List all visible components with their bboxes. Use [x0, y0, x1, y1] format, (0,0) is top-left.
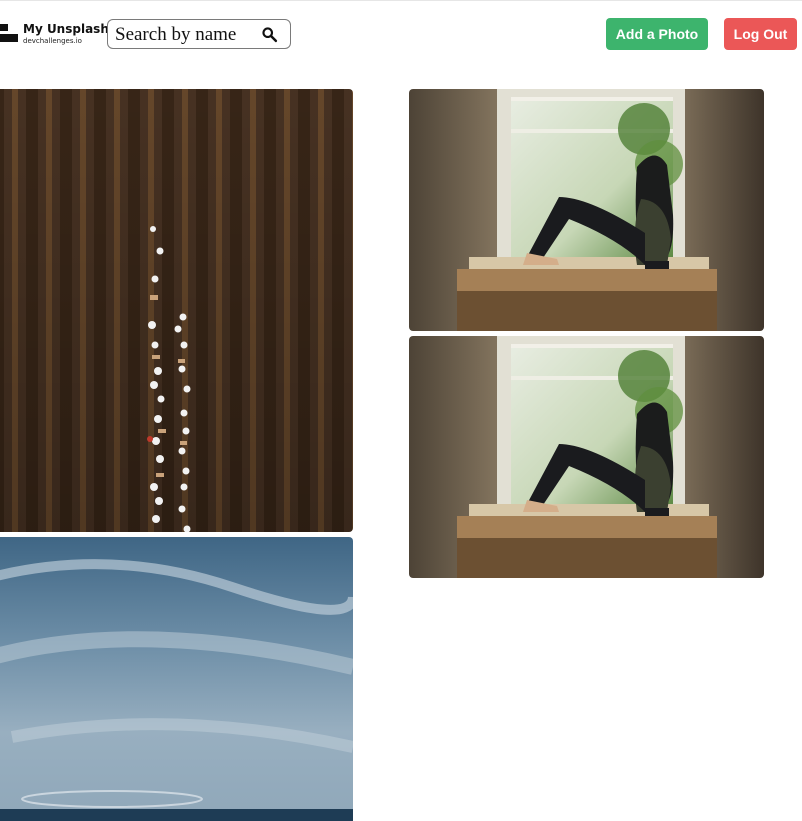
- photo-image: [0, 89, 353, 532]
- search-input[interactable]: [115, 24, 255, 46]
- photo-image: [409, 336, 764, 578]
- logo[interactable]: My Unsplash devchallenges.io: [0, 22, 109, 46]
- header-divider: [0, 0, 802, 1]
- photo-window-2[interactable]: [409, 336, 764, 578]
- logo-subtitle: devchallenges.io: [23, 37, 82, 45]
- search-box: [107, 19, 291, 49]
- logo-title: My Unsplash: [23, 22, 109, 36]
- search-icon[interactable]: [261, 26, 278, 43]
- photo-image: [409, 89, 764, 331]
- photo-aerial-field[interactable]: [0, 89, 353, 532]
- photo-image: [0, 537, 353, 821]
- logo-icon: [0, 24, 18, 42]
- photo-window-1[interactable]: [409, 89, 764, 331]
- photo-cloudy-sky[interactable]: [0, 537, 353, 821]
- logout-button[interactable]: Log Out: [724, 18, 797, 50]
- add-photo-button[interactable]: Add a Photo: [606, 18, 708, 50]
